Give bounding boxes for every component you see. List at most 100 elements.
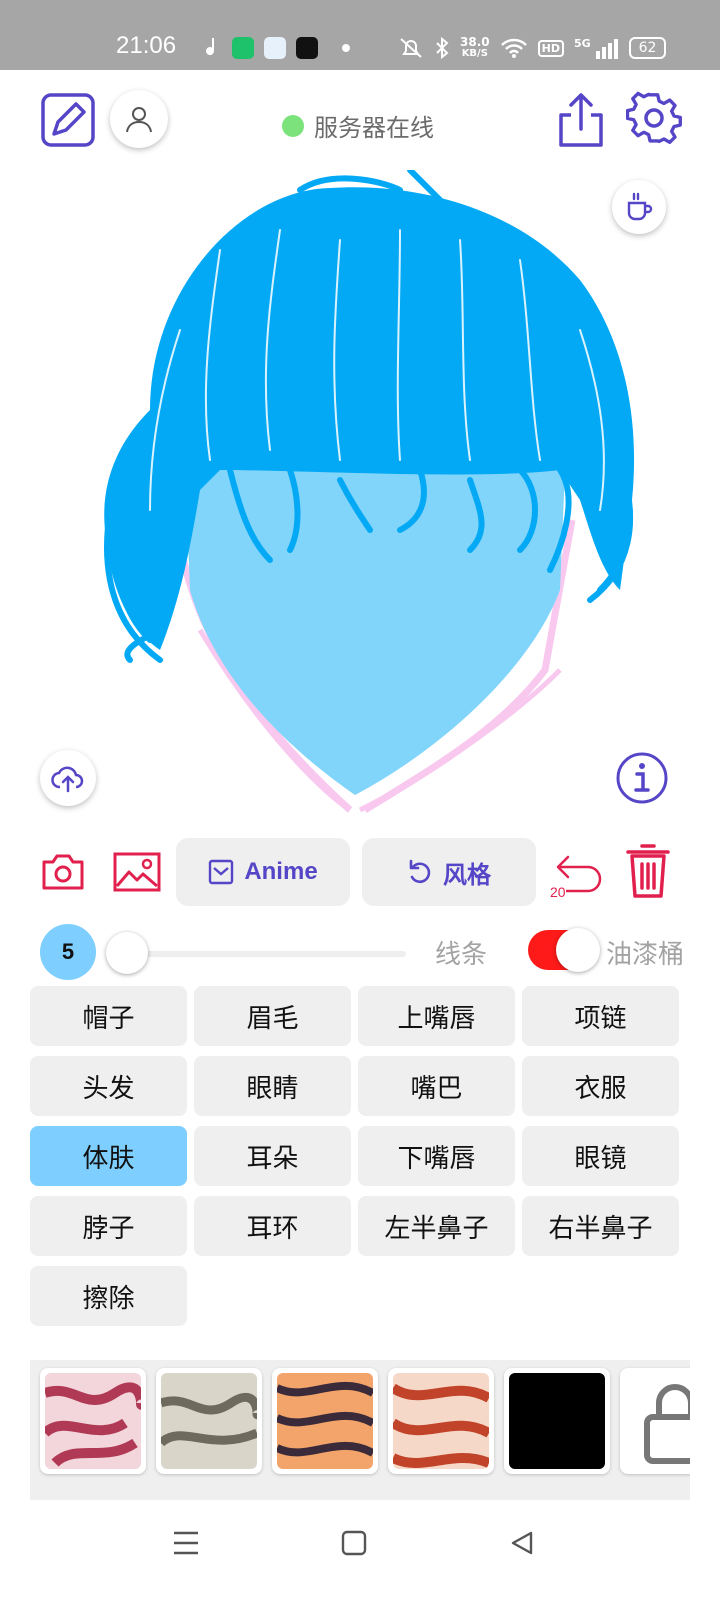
share-button[interactable]: [556, 90, 606, 150]
net-speed-value: 38.0: [460, 35, 490, 49]
texture-strip[interactable]: [30, 1360, 690, 1500]
part-button-hat[interactable]: 帽子: [30, 986, 187, 1046]
dot-icon: [342, 44, 350, 52]
paint-bucket-label: 油漆桶: [606, 940, 685, 970]
gear-icon: [626, 91, 682, 145]
top-toolbar: 服务器在线: [0, 70, 720, 170]
part-button-eyes[interactable]: 眼睛: [194, 1056, 351, 1116]
part-button-earrings[interactable]: 耳环: [194, 1196, 351, 1256]
net-speed: 38.0 KB/S: [460, 36, 490, 60]
toggle-knob: [556, 928, 600, 972]
menu-nav-button[interactable]: [168, 1526, 204, 1560]
trash-icon: [626, 844, 670, 898]
undo-button[interactable]: 20: [548, 838, 604, 906]
delete-button[interactable]: [622, 840, 674, 902]
status-bar: 21:06 38.0 KB/S HD 5G 62: [0, 0, 720, 70]
user-button[interactable]: [110, 90, 168, 148]
lines-label: 线条: [435, 940, 488, 970]
part-button-right-nose[interactable]: 右半鼻子: [522, 1196, 679, 1256]
texture-swatch-red-tiger[interactable]: [388, 1368, 494, 1474]
part-button-lower-lip[interactable]: 下嘴唇: [358, 1126, 515, 1186]
paint-bucket-toggle[interactable]: [528, 928, 600, 972]
drawing-canvas[interactable]: [0, 170, 720, 825]
part-label: 脖子: [82, 1213, 135, 1244]
signal-label: 5G: [573, 36, 591, 50]
brush-size-badge: 5: [40, 924, 96, 980]
status-time: 21:06: [116, 32, 177, 59]
part-button-upper-lip[interactable]: 上嘴唇: [358, 986, 515, 1046]
part-button-necklace[interactable]: 项链: [522, 986, 679, 1046]
back-nav-button[interactable]: [504, 1526, 540, 1560]
texture-swatch-pink-marble[interactable]: [40, 1368, 146, 1474]
style-button[interactable]: 风格: [362, 838, 536, 906]
part-label: 帽子: [82, 1003, 135, 1034]
texture-swatch-orange-tiger[interactable]: [272, 1368, 378, 1474]
undo-count: 20: [550, 884, 566, 900]
part-button-erase[interactable]: 擦除: [30, 1266, 187, 1326]
info-button[interactable]: [614, 750, 670, 806]
part-button-neck[interactable]: 脖子: [30, 1196, 187, 1256]
info-icon: [616, 752, 668, 804]
settings-button[interactable]: [626, 90, 682, 146]
style-mode-button[interactable]: Anime: [176, 838, 350, 906]
upload-button[interactable]: [40, 750, 96, 806]
gallery-button[interactable]: [112, 846, 162, 898]
cloud-upload-icon: [51, 766, 84, 793]
user-icon: [126, 107, 152, 133]
part-label: 耳朵: [246, 1143, 299, 1174]
brush-size-slider-thumb[interactable]: [106, 932, 148, 974]
mute-icon: [400, 38, 422, 58]
signal-icon: [595, 39, 618, 59]
server-status-label: 服务器在线: [314, 114, 434, 142]
server-status-dot: [282, 114, 304, 137]
part-label: 项链: [574, 1003, 627, 1034]
wifi-icon: [500, 38, 527, 58]
part-label: 体肤: [82, 1143, 135, 1174]
texture-swatch-gray-marble[interactable]: [156, 1368, 262, 1474]
part-label: 上嘴唇: [397, 1003, 476, 1034]
part-label: 眼睛: [246, 1073, 299, 1104]
texture-swatch-black[interactable]: [504, 1368, 610, 1474]
coffee-button[interactable]: [612, 180, 666, 234]
home-nav-button[interactable]: [336, 1526, 372, 1560]
bluetooth-icon: [436, 36, 449, 60]
part-label: 衣服: [574, 1073, 627, 1104]
part-button-hair[interactable]: 头发: [30, 1056, 187, 1116]
brush-size-slider[interactable]: [120, 951, 406, 957]
part-label: 擦除: [82, 1283, 135, 1314]
part-label: 眼镜: [574, 1143, 627, 1174]
refresh-icon: [409, 859, 431, 884]
edit-button[interactable]: [40, 92, 96, 148]
coffee-cup-icon: [627, 192, 653, 221]
part-button-ears[interactable]: 耳朵: [194, 1126, 351, 1186]
part-label: 左半鼻子: [384, 1213, 489, 1244]
part-label: 眉毛: [246, 1003, 299, 1034]
part-label: 耳环: [246, 1213, 299, 1244]
part-button-mouth[interactable]: 嘴巴: [358, 1056, 515, 1116]
part-button-eyebrows[interactable]: 眉毛: [194, 986, 351, 1046]
system-icons: 38.0 KB/S HD 5G 62: [398, 36, 667, 60]
action-row: Anime 风格 20: [0, 838, 720, 908]
part-button-clothes[interactable]: 衣服: [522, 1056, 679, 1116]
camera-icon: [42, 854, 84, 890]
battery-icon: 62: [628, 37, 667, 59]
style-label: 风格: [443, 861, 491, 889]
sketch-drawing: [104, 170, 635, 813]
music-note-icon: [206, 38, 215, 56]
part-button-left-nose[interactable]: 左半鼻子: [358, 1196, 515, 1256]
net-speed-unit: KB/S: [461, 48, 488, 59]
part-label: 嘴巴: [410, 1073, 463, 1104]
home-square-icon: [341, 1530, 367, 1556]
texture-swatch-locked[interactable]: [620, 1368, 690, 1474]
part-button-skin[interactable]: 体肤: [30, 1126, 187, 1186]
part-button-glasses[interactable]: 眼镜: [522, 1126, 679, 1186]
tiktok-icon: [296, 37, 318, 59]
lock-icon: [644, 1384, 690, 1464]
part-label: 头发: [82, 1073, 135, 1104]
hd-icon: HD: [537, 39, 564, 57]
edit-icon: [41, 93, 95, 147]
checkbox-mail-icon: [209, 859, 234, 885]
part-label: 右半鼻子: [548, 1213, 653, 1244]
camera-button[interactable]: [40, 846, 86, 898]
menu-icon: [174, 1531, 198, 1555]
